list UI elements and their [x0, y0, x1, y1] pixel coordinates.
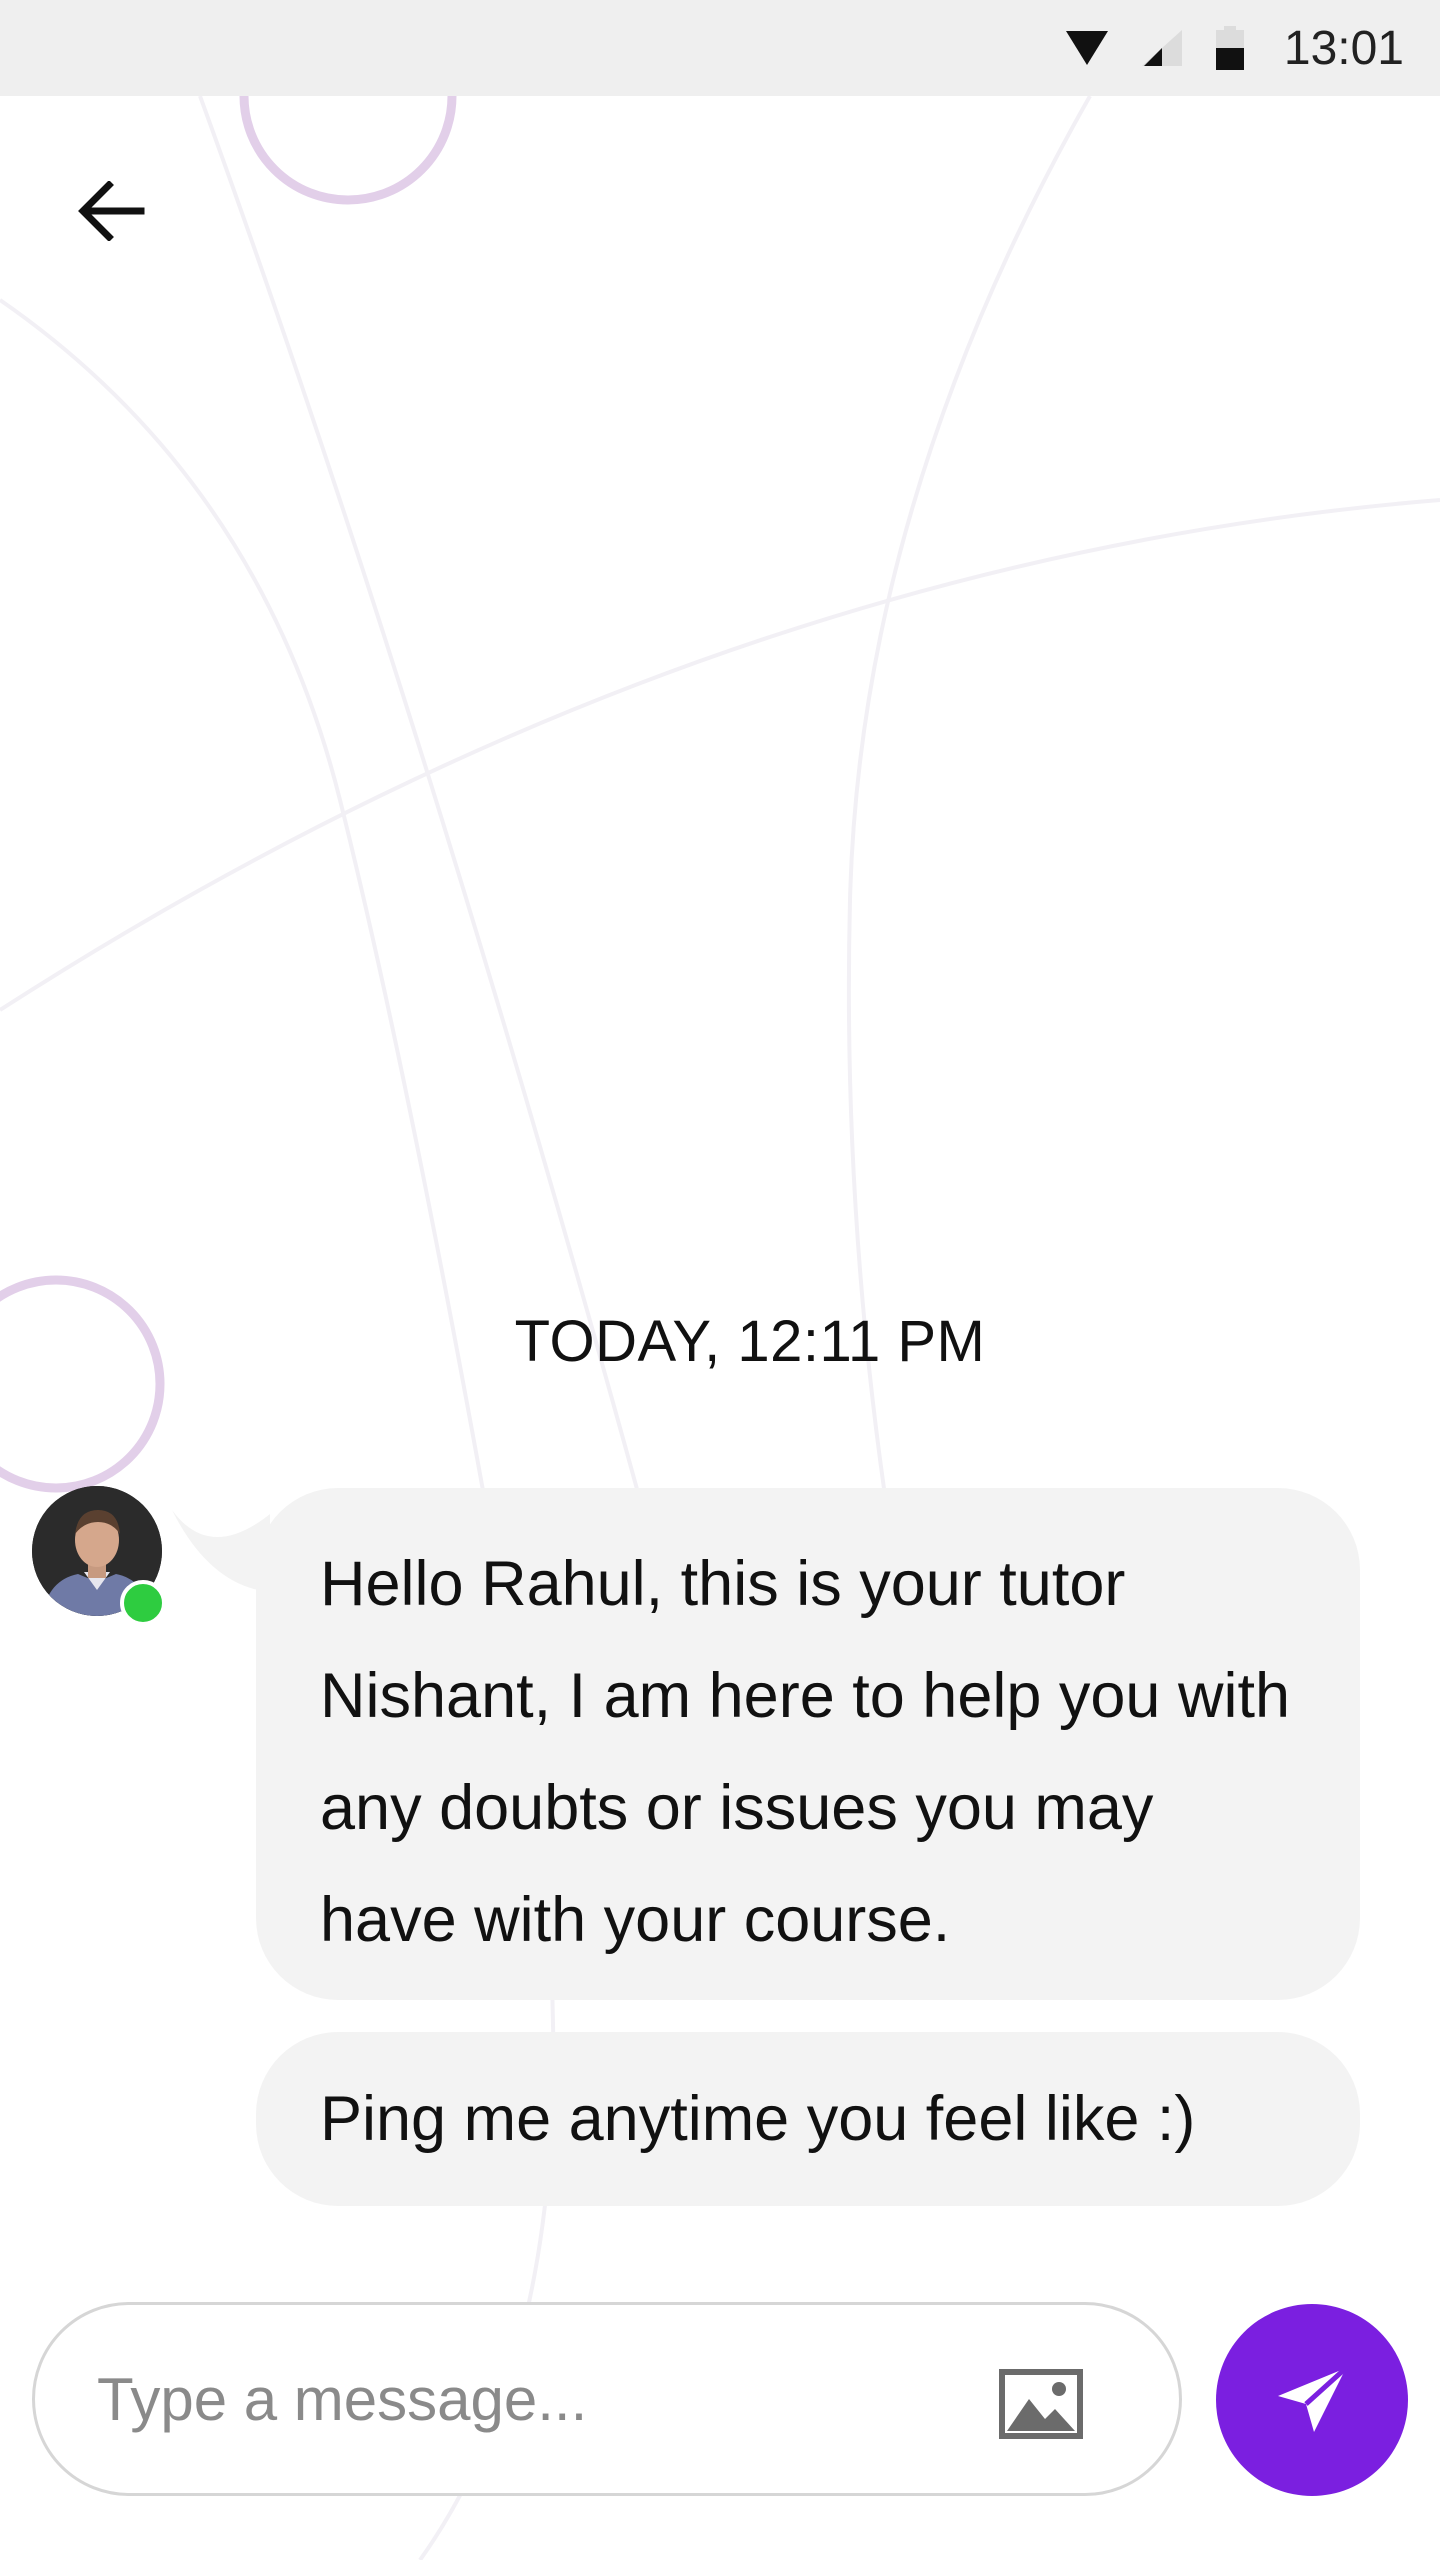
chat-timestamp: TODAY, 12:11 PM — [514, 1309, 986, 1374]
message-bubble: Hello Rahul, this is your tutor Nishant,… — [256, 1488, 1360, 2000]
message-bubble: Ping me anytime you feel like :) — [256, 2032, 1360, 2206]
status-bar: 13:01 — [0, 0, 1440, 96]
wifi-icon — [1065, 31, 1108, 65]
send-icon — [1278, 2366, 1348, 2432]
online-status-indicator — [120, 1580, 166, 1626]
signal-icon — [1141, 30, 1182, 66]
image-icon — [999, 2369, 1083, 2439]
message-text: Hello Rahul, this is your tutor Nishant,… — [320, 1549, 1291, 1955]
message-input-container — [32, 2302, 1182, 2496]
status-icons: 13:01 — [1065, 0, 1404, 96]
status-time: 13:01 — [1283, 21, 1404, 75]
battery-icon — [1215, 26, 1244, 70]
arrow-left-icon — [78, 181, 145, 241]
attach-image-button[interactable] — [999, 2369, 1083, 2439]
bubble-tail — [172, 1510, 270, 1592]
message-input[interactable] — [97, 2364, 947, 2434]
back-button[interactable] — [60, 160, 162, 262]
message-text: Ping me anytime you feel like :) — [320, 2084, 1196, 2154]
send-button[interactable] — [1216, 2304, 1408, 2496]
